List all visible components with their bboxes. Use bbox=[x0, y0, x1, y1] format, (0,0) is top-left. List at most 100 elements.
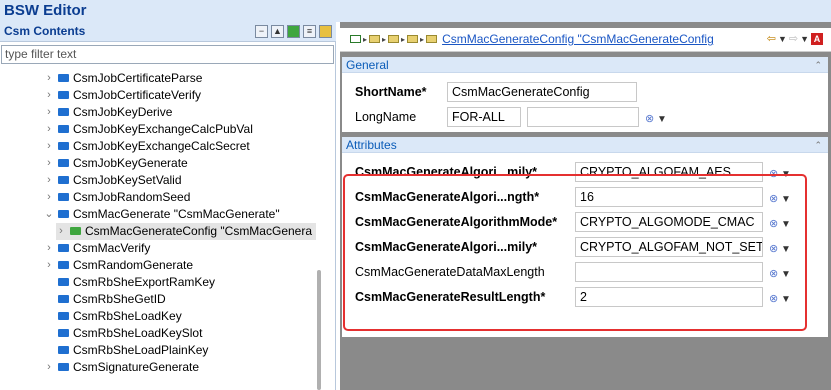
collapsed-chevron-icon[interactable]: › bbox=[44, 138, 54, 155]
longname-controls[interactable]: ⊗ ▼ bbox=[645, 112, 667, 125]
tree-item-label: CsmMacVerify bbox=[73, 241, 151, 255]
tree-item-label: CsmJobCertificateParse bbox=[73, 71, 203, 85]
general-section-title: General bbox=[346, 58, 389, 72]
tree-item[interactable]: ⌄ CsmMacGenerate "CsmMacGenerate" bbox=[44, 206, 316, 223]
collapsed-chevron-icon[interactable]: › bbox=[44, 87, 54, 104]
tree-item-selected[interactable]: › CsmMacGenerateConfig "CsmMacGenera bbox=[56, 223, 316, 240]
tree-item-label: CsmMacGenerateConfig "CsmMacGenera bbox=[85, 224, 313, 238]
back-arrow-icon[interactable]: ⇦ bbox=[767, 32, 776, 45]
collapsed-chevron-icon[interactable]: › bbox=[44, 104, 54, 121]
left-panel-header: Csm Contents − ▲ ≡ bbox=[0, 22, 336, 42]
breadcrumb-link[interactable]: CsmMacGenerateConfig "CsmMacGenerateConf… bbox=[442, 32, 714, 46]
breadcrumb-arrow-icon: ▸ bbox=[363, 34, 368, 44]
collapsed-chevron-icon[interactable]: › bbox=[44, 70, 54, 87]
folder-icon bbox=[58, 74, 69, 82]
grid-icon[interactable] bbox=[319, 25, 332, 38]
left-panel-title: Csm Contents bbox=[4, 24, 86, 38]
tree-item-label: CsmMacGenerate "CsmMacGenerate" bbox=[73, 207, 280, 221]
collapse-icon[interactable]: ⌃ bbox=[814, 57, 822, 73]
collapsed-chevron-icon[interactable]: › bbox=[44, 155, 54, 172]
collapse-all-icon[interactable]: − bbox=[255, 25, 268, 38]
collapsed-chevron-icon[interactable]: › bbox=[44, 189, 54, 206]
breadcrumb-folder-icon[interactable] bbox=[426, 35, 438, 43]
collapse-icon[interactable]: ⌃ bbox=[814, 137, 822, 153]
breadcrumb-root-icon[interactable] bbox=[350, 35, 361, 43]
app-title: BSW Editor bbox=[0, 0, 831, 22]
attributes-section-header[interactable]: Attributes ⌃ bbox=[342, 137, 828, 153]
filter-input[interactable]: type filter text bbox=[1, 45, 334, 64]
collapsed-chevron-icon[interactable]: › bbox=[44, 172, 54, 189]
tree-item[interactable]: CsmRbSheGetID bbox=[44, 291, 316, 308]
tree-item-label: CsmRbSheLoadKeySlot bbox=[73, 326, 203, 340]
folder-icon bbox=[58, 176, 69, 184]
tree-item[interactable]: › CsmJobCertificateParse bbox=[44, 70, 316, 87]
navigation-controls: ⇦ ▼ ⇨ ▼ A bbox=[767, 32, 823, 45]
tree-item[interactable]: › CsmJobKeyExchangeCalcSecret bbox=[44, 138, 316, 155]
collapsed-chevron-icon[interactable]: › bbox=[44, 359, 54, 376]
tree-item[interactable]: CsmRbSheLoadKeySlot bbox=[44, 325, 316, 342]
tree-item-label: CsmRandomGenerate bbox=[73, 258, 194, 272]
shortname-label: ShortName* bbox=[355, 85, 427, 99]
tree-item[interactable]: › CsmRandomGenerate bbox=[44, 257, 316, 274]
general-section: General ⌃ ShortName* CsmMacGenerateConfi… bbox=[342, 57, 828, 132]
tree-item[interactable]: › CsmJobKeyExchangeCalcPubVal bbox=[44, 121, 316, 138]
attributes-section-title: Attributes bbox=[346, 138, 397, 152]
tree-item[interactable]: › CsmJobRandomSeed bbox=[44, 189, 316, 206]
folder-icon bbox=[58, 91, 69, 99]
folder-icon bbox=[58, 125, 69, 133]
folder-icon bbox=[58, 278, 69, 286]
back-dropdown-icon[interactable]: ▼ bbox=[778, 34, 787, 44]
collapsed-chevron-icon[interactable]: › bbox=[44, 121, 54, 138]
tree-item-label: CsmSignatureGenerate bbox=[73, 360, 200, 374]
tree-item[interactable]: CsmRbSheExportRamKey bbox=[44, 274, 316, 291]
folder-icon bbox=[58, 346, 69, 354]
tree-item[interactable]: › CsmMacVerify bbox=[44, 240, 316, 257]
breadcrumb-folder-icon[interactable] bbox=[369, 35, 381, 43]
tree-item-label: CsmRbSheGetID bbox=[73, 292, 166, 306]
shortname-field[interactable]: CsmMacGenerateConfig bbox=[447, 82, 637, 102]
collapsed-chevron-icon[interactable]: › bbox=[44, 257, 54, 274]
document-icon[interactable]: ≡ bbox=[303, 25, 316, 38]
longname-field[interactable] bbox=[527, 107, 639, 127]
breadcrumb-arrow-icon: ▸ bbox=[382, 34, 387, 44]
filter-icon[interactable]: ▲ bbox=[271, 25, 284, 38]
tree-item[interactable]: › CsmSignatureGenerate bbox=[44, 359, 316, 376]
tree-item[interactable]: › CsmJobKeySetValid bbox=[44, 172, 316, 189]
expanded-chevron-icon[interactable]: ⌄ bbox=[44, 206, 54, 223]
collapsed-chevron-icon[interactable]: › bbox=[56, 223, 66, 240]
tree-item-label: CsmJobKeyExchangeCalcSecret bbox=[73, 139, 250, 153]
tree-item[interactable]: › CsmJobCertificateVerify bbox=[44, 87, 316, 104]
tree-view: › CsmJobCertificateParse › CsmJobCertificat… bbox=[0, 70, 316, 390]
folder-icon bbox=[58, 312, 69, 320]
tree-item[interactable]: CsmRbSheLoadKey bbox=[44, 308, 316, 325]
tree-item-label: CsmJobKeyGenerate bbox=[73, 156, 188, 170]
folder-icon bbox=[58, 210, 69, 218]
green-export-icon[interactable] bbox=[287, 25, 300, 38]
forward-arrow-icon[interactable]: ⇨ bbox=[789, 32, 798, 45]
longname-language-field[interactable]: FOR-ALL bbox=[447, 107, 521, 127]
right-panel: ▸ ▸ ▸ ▸ CsmMacGenerateConfig "CsmMacGene… bbox=[340, 22, 831, 390]
longname-row: LongName FOR-ALL ⊗ ▼ bbox=[355, 107, 825, 129]
error-icon[interactable]: A bbox=[811, 32, 823, 45]
tree-item[interactable]: CsmRbSheLoadPlainKey bbox=[44, 342, 316, 359]
clear-icon[interactable]: ⊗ bbox=[645, 113, 654, 125]
tree-item-label: CsmJobCertificateVerify bbox=[73, 88, 202, 102]
dropdown-icon[interactable]: ▼ bbox=[657, 114, 667, 125]
tree-item-label: CsmJobKeySetValid bbox=[73, 173, 182, 187]
tree-scrollbar[interactable] bbox=[317, 270, 321, 390]
tree-item[interactable]: › CsmJobKeyDerive bbox=[44, 104, 316, 121]
folder-icon bbox=[58, 261, 69, 269]
breadcrumb: ▸ ▸ ▸ ▸ CsmMacGenerateConfig "CsmMacGene… bbox=[340, 28, 831, 52]
forward-dropdown-icon[interactable]: ▼ bbox=[800, 34, 809, 44]
folder-icon bbox=[58, 329, 69, 337]
breadcrumb-folder-icon[interactable] bbox=[407, 35, 419, 43]
tree-item-label: CsmJobKeyExchangeCalcPubVal bbox=[73, 122, 253, 136]
tree-item-label: CsmJobRandomSeed bbox=[73, 190, 191, 204]
attributes-highlight bbox=[343, 174, 807, 331]
tree-item-label: CsmRbSheLoadPlainKey bbox=[73, 343, 209, 357]
general-section-header[interactable]: General ⌃ bbox=[342, 57, 828, 73]
folder-icon bbox=[58, 159, 69, 167]
collapsed-chevron-icon[interactable]: › bbox=[44, 240, 54, 257]
breadcrumb-folder-icon[interactable] bbox=[388, 35, 400, 43]
tree-item[interactable]: › CsmJobKeyGenerate bbox=[44, 155, 316, 172]
